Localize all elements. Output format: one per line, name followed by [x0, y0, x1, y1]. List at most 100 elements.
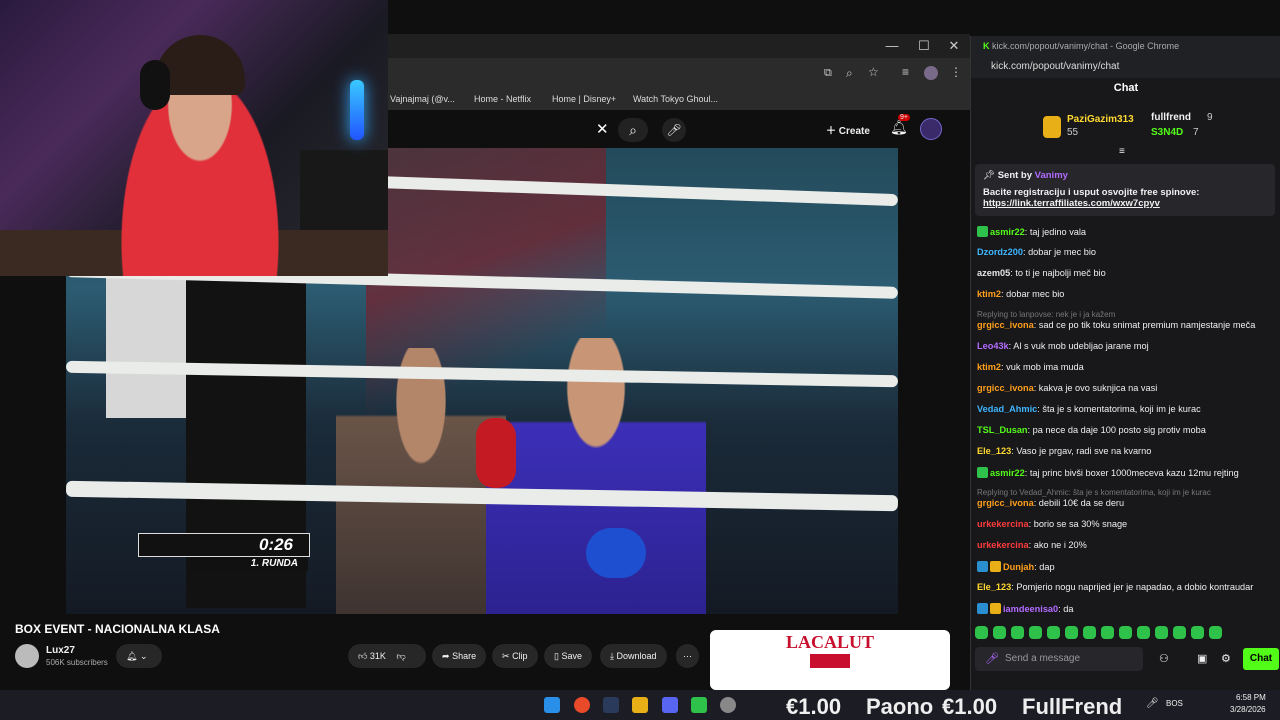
address-bar[interactable]: ⧉ ⌕ ☆ ≡ ⋮ — [388, 58, 970, 90]
discord-icon[interactable] — [662, 697, 678, 713]
folder-icon[interactable] — [632, 697, 648, 713]
gift-icon[interactable]: ▣ — [1197, 652, 1207, 665]
video-title: BOX EVENT - NACIONALNA KLASA — [15, 622, 220, 636]
chat-url-bar[interactable]: kick.com/popout/vanimy/chat — [971, 56, 1280, 78]
microphone-icon[interactable]: 🎤︎ — [662, 118, 686, 142]
emote-icon[interactable] — [1011, 626, 1024, 639]
clock-date[interactable]: 3/28/2026 — [1230, 705, 1266, 714]
leader-name[interactable]: S3N4D — [1151, 127, 1183, 138]
trophy-icon — [1043, 116, 1061, 138]
chat-username[interactable]: grgicc_ivona — [977, 383, 1034, 393]
emote-icon[interactable] — [993, 626, 1006, 639]
zoom-icon[interactable]: ⌕ — [846, 66, 853, 81]
chrome-icon[interactable] — [574, 697, 590, 713]
emote-icon[interactable] — [1155, 626, 1168, 639]
crown-badge-icon — [990, 561, 1001, 572]
like-button[interactable]: 👍︎ 31K 👎︎ — [348, 644, 426, 668]
bookmark-item[interactable]: Home | Disney+ — [552, 94, 616, 104]
leader-name[interactable]: fullfrend — [1151, 112, 1191, 123]
emote-icon[interactable] — [1047, 626, 1060, 639]
microphone-tray-icon[interactable]: 🎤︎ — [1146, 698, 1159, 709]
subscribe-bell-button[interactable]: 🔔︎ ⌄ — [116, 644, 162, 668]
chat-username[interactable]: urkekercina — [977, 519, 1029, 529]
steam-icon[interactable] — [603, 697, 619, 713]
emote-icon[interactable] — [1173, 626, 1186, 639]
clock-time[interactable]: 6:58 PM — [1236, 693, 1266, 702]
chat-username[interactable]: Ele_123 — [977, 582, 1011, 592]
notifications-bell-icon[interactable]: 🔔︎ — [890, 119, 908, 136]
thumbs-down-icon[interactable]: 👎︎ — [396, 651, 405, 661]
channel-avatar[interactable] — [15, 644, 39, 668]
bookmark-item[interactable]: Home - Netflix — [474, 94, 531, 104]
emote-icon[interactable] — [1101, 626, 1114, 639]
clear-search-icon[interactable]: ✕ — [596, 120, 609, 138]
chat-message: asmir22: taj jedino vala — [977, 226, 1277, 237]
chat-message: grgicc_ivona: sad ce po tik toku snimat … — [977, 320, 1256, 330]
pinned-link[interactable]: https://link.terraffiliates.com/wxw7cpyv — [983, 198, 1267, 209]
chat-username[interactable]: azem05 — [977, 268, 1010, 278]
download-button[interactable]: ⤓ Download — [600, 644, 667, 668]
leader-count: 9 — [1207, 112, 1213, 123]
chat-username[interactable]: Leo43k — [977, 341, 1009, 351]
create-button[interactable]: ＋ Create — [826, 122, 870, 137]
headset — [140, 60, 170, 110]
pinned-author[interactable]: Vanimy — [1035, 170, 1068, 181]
profile-avatar[interactable] — [924, 66, 938, 80]
settings-icon[interactable] — [720, 697, 736, 713]
account-avatar[interactable] — [920, 118, 942, 140]
kick-icon[interactable] — [691, 697, 707, 713]
settings-gear-icon[interactable]: ⚙ — [1221, 652, 1231, 665]
minimize-button[interactable]: — — [876, 34, 908, 58]
media-icon[interactable]: ≡ — [902, 65, 909, 79]
emote-icon[interactable] — [1065, 626, 1078, 639]
expand-icon[interactable]: ≡ — [1119, 146, 1125, 157]
chat-username[interactable]: Dzordz200 — [977, 247, 1023, 257]
ad-banner[interactable]: LACALUT — [710, 630, 950, 690]
chat-username[interactable]: urkekercina — [977, 540, 1029, 550]
share-button[interactable]: ➦ Share — [432, 644, 487, 668]
language-indicator[interactable]: BOS — [1166, 699, 1183, 708]
chat-username[interactable]: Ele_123 — [977, 446, 1011, 456]
menu-kebab-icon[interactable]: ⋮ — [950, 65, 962, 79]
chat-username[interactable]: grgicc_ivona — [977, 498, 1034, 508]
clip-button[interactable]: ✂ Clip — [492, 644, 538, 668]
chat-username[interactable]: asmir22 — [990, 468, 1025, 478]
chat-message: azem05: to ti je najbolji meč bio — [977, 268, 1106, 278]
search-icon[interactable]: ⌕ — [618, 118, 648, 142]
emote-icon[interactable] — [975, 626, 988, 639]
maximize-button[interactable]: ☐ — [908, 34, 940, 58]
close-button[interactable]: ✕ — [938, 34, 970, 58]
blue-glove — [586, 528, 646, 578]
youtube-titlebar: — ☐ ✕ — [388, 34, 970, 58]
start-icon[interactable] — [544, 697, 560, 713]
bookmark-item[interactable]: Watch Tokyo Ghoul... — [633, 94, 718, 104]
bookmark-item[interactable]: Vajnajmaj (@v... — [390, 94, 455, 104]
emote-icon[interactable] — [1191, 626, 1204, 639]
emote-icon[interactable] — [1083, 626, 1096, 639]
more-actions-button[interactable]: ⋯ — [676, 644, 699, 668]
chat-message-input[interactable]: Send a message — [975, 647, 1143, 671]
chat-username[interactable]: Vedad_Ahmic — [977, 404, 1037, 414]
users-icon[interactable]: ⚇ — [1159, 652, 1169, 665]
emote-icon[interactable] — [1209, 626, 1222, 639]
bookmark-star-icon[interactable]: ☆ — [868, 65, 879, 79]
chat-username[interactable]: TSL_Dusan — [977, 425, 1028, 435]
chat-username[interactable]: ktim2 — [977, 362, 1001, 372]
chat-username[interactable]: grgicc_ivona — [977, 320, 1034, 330]
ad-brand: LACALUT — [785, 632, 874, 652]
cast-icon[interactable]: ⧉ — [824, 67, 832, 80]
emote-icon[interactable] — [1029, 626, 1042, 639]
chat-message: Ele_123: Vaso je prgav, radi sve na kvar… — [977, 446, 1152, 456]
chat-heading: Chat — [1113, 82, 1139, 94]
chat-username[interactable]: ktim2 — [977, 289, 1001, 299]
leader-name[interactable]: PaziGazim313 — [1067, 114, 1134, 125]
send-chat-button[interactable]: Chat — [1243, 648, 1279, 670]
channel-name[interactable]: Lux27 — [46, 645, 75, 656]
chat-username[interactable]: Dunjah — [1003, 562, 1034, 572]
emote-icon[interactable] — [1137, 626, 1150, 639]
emote-icon[interactable] — [1119, 626, 1132, 639]
chat-username[interactable]: asmir22 — [990, 227, 1025, 237]
chat-messages: asmir22: taj jedino vala Dzordz200: doba… — [971, 222, 1280, 642]
chat-username[interactable]: iamdeenisa0 — [1003, 604, 1058, 614]
save-button[interactable]: ▯ Save — [544, 644, 592, 668]
